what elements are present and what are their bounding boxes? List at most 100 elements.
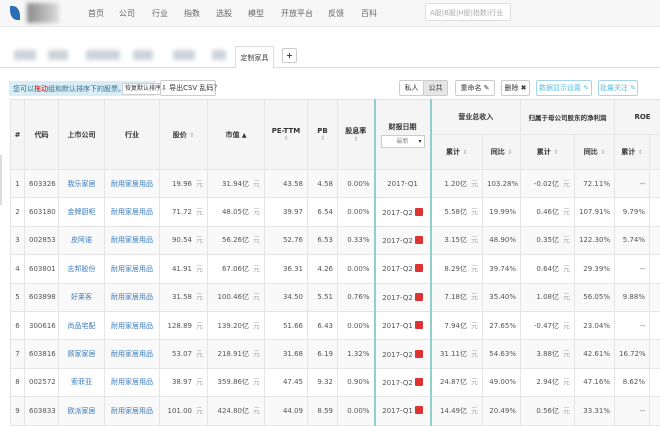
- sort-icon[interactable]: ⇕: [638, 149, 643, 156]
- cap-cell: 56.26亿元: [208, 226, 265, 254]
- pb: 5.51: [308, 283, 338, 311]
- table-row[interactable]: 3002853皮阿诺耐用家居用品90.54元56.26亿元52.766.530.…: [11, 226, 660, 254]
- col-np-yoy[interactable]: 同比 ⇕: [575, 135, 615, 170]
- price-cell: 71.72元: [160, 198, 208, 226]
- pdf-icon[interactable]: [415, 406, 423, 414]
- reset-sort-button[interactable]: 恢复默认排序: [122, 83, 164, 95]
- tab-custom-furniture[interactable]: 定制家具: [235, 46, 274, 69]
- report-period-select[interactable]: 最新▾: [381, 135, 425, 148]
- export-csv-button[interactable]: ⇩ 导出CSV 乱码？: [160, 80, 216, 96]
- add-tab-button[interactable]: +: [282, 48, 297, 63]
- rename-button[interactable]: 重命名 ✎: [455, 80, 495, 96]
- unit-yuan: 元: [253, 265, 260, 273]
- search-input[interactable]: A股|B股|H股|指数|行业: [425, 3, 511, 21]
- stock-code: 603180: [25, 198, 59, 226]
- rev-cum-cell: 7.18亿元: [431, 283, 483, 311]
- industry-link[interactable]: 耐用家居用品: [105, 283, 160, 311]
- nav-screener[interactable]: 选股: [216, 8, 232, 19]
- company-link[interactable]: 我乐家居: [59, 170, 105, 198]
- nav-model[interactable]: 模型: [248, 8, 264, 19]
- company-link[interactable]: 顾家家居: [59, 340, 105, 368]
- nav-home[interactable]: 首页: [88, 8, 104, 19]
- batch-follow-button[interactable]: 批量关注 ✎: [598, 80, 638, 96]
- report-date-cell: 2017-Q2: [375, 368, 431, 396]
- np-cum-cell: -0.47亿元: [521, 311, 575, 339]
- industry-link[interactable]: 耐用家居用品: [105, 226, 160, 254]
- company-link[interactable]: 金牌厨柜: [59, 198, 105, 226]
- industry-link[interactable]: 耐用家居用品: [105, 170, 160, 198]
- company-link[interactable]: 好莱客: [59, 283, 105, 311]
- table-row[interactable]: 5603898好莱客耐用家居用品31.58元100.46亿元34.505.510…: [11, 283, 660, 311]
- public-button[interactable]: 公共: [423, 80, 448, 96]
- stock-code: 002853: [25, 226, 59, 254]
- sort-asc-icon[interactable]: ▲: [242, 132, 247, 139]
- tab-blurred[interactable]: [86, 50, 120, 60]
- nav-feedback[interactable]: 反馈: [328, 8, 344, 19]
- sort-icon[interactable]: ⇕: [462, 149, 467, 156]
- industry-link[interactable]: 耐用家居用品: [105, 255, 160, 283]
- unit-yuan: 元: [196, 265, 203, 273]
- sort-icon[interactable]: ⇕: [265, 135, 307, 142]
- pdf-icon[interactable]: [415, 208, 423, 216]
- unit-yuan: 元: [471, 208, 478, 216]
- col-rev-yoy[interactable]: 同比 ⇕: [483, 135, 521, 170]
- pdf-icon[interactable]: [415, 378, 423, 386]
- unit-yuan: 元: [196, 293, 203, 301]
- hint-text: 您可以: [13, 85, 34, 93]
- sort-icon[interactable]: ⇕: [189, 132, 194, 139]
- market-cap: 139.20亿: [218, 322, 250, 330]
- industry-link[interactable]: 耐用家居用品: [105, 368, 160, 396]
- col-price[interactable]: 股价 ⇕: [160, 100, 208, 170]
- pb: 6.43: [308, 311, 338, 339]
- nav-index[interactable]: 指数: [184, 8, 200, 19]
- col-industry[interactable]: 行业: [105, 100, 160, 170]
- tab-blurred[interactable]: [212, 50, 226, 60]
- col-market-cap[interactable]: 市值 ▲: [208, 100, 265, 170]
- industry-link[interactable]: 耐用家居用品: [105, 311, 160, 339]
- sort-icon[interactable]: ⇕: [308, 135, 337, 142]
- np-cum-cell: 0.35亿元: [521, 226, 575, 254]
- nav-wiki[interactable]: 百科: [361, 8, 377, 19]
- nav-company[interactable]: 公司: [119, 8, 135, 19]
- tab-blurred[interactable]: [14, 50, 36, 60]
- display-settings-button[interactable]: 数据显示设置 ✎: [536, 80, 592, 96]
- col-np-cum[interactable]: 累计 ⇕: [521, 135, 575, 170]
- pdf-icon[interactable]: [415, 293, 423, 301]
- company-link[interactable]: 索菲亚: [59, 368, 105, 396]
- sort-icon[interactable]: ⇕: [553, 149, 558, 156]
- company-link[interactable]: 皮阿诺: [59, 226, 105, 254]
- sort-icon[interactable]: ⇕: [600, 149, 605, 156]
- industry-link[interactable]: 耐用家居用品: [105, 198, 160, 226]
- col-pe-ttm[interactable]: PE-TTM⇕: [265, 100, 308, 170]
- pdf-icon[interactable]: [415, 264, 423, 272]
- logo-icon[interactable]: [10, 6, 20, 20]
- table-row[interactable]: 7603816顾家家居耐用家居用品53.07元218.91亿元31.686.19…: [11, 340, 660, 368]
- tab-blurred[interactable]: [173, 50, 195, 60]
- sort-icon[interactable]: ⇕: [338, 136, 374, 143]
- table-row[interactable]: 4603801志邦股份耐用家居用品41.91元67.06亿元36.314.260…: [11, 255, 660, 283]
- pdf-icon[interactable]: [415, 321, 423, 329]
- table-row[interactable]: 8002572索菲亚耐用家居用品38.97元359.86亿元47.459.320…: [11, 368, 660, 396]
- table-row[interactable]: 6300616尚品宅配耐用家居用品128.89元139.20亿元51.666.4…: [11, 311, 660, 339]
- private-button[interactable]: 私人: [399, 80, 424, 96]
- table-row[interactable]: 1603326我乐家居耐用家居用品19.96元31.94亿元43.584.580…: [11, 170, 660, 198]
- nav-open-platform[interactable]: 开放平台: [281, 8, 313, 19]
- col-roe-cum[interactable]: 累计 ⇕: [615, 135, 650, 170]
- company-link[interactable]: 志邦股份: [59, 255, 105, 283]
- col-company[interactable]: 上市公司: [59, 100, 105, 170]
- col-pb[interactable]: PB⇕: [308, 100, 338, 170]
- delete-button[interactable]: 删除 ✖: [501, 80, 530, 96]
- col-code[interactable]: 代码: [25, 100, 59, 170]
- company-link[interactable]: 尚品宅配: [59, 311, 105, 339]
- tab-blurred[interactable]: [48, 50, 68, 60]
- col-dividend[interactable]: 股息率⇕: [338, 100, 375, 170]
- tab-blurred[interactable]: [133, 50, 153, 60]
- col-roe-yoy[interactable]: [650, 135, 660, 170]
- sort-icon[interactable]: ⇕: [507, 149, 512, 156]
- pdf-icon[interactable]: [415, 236, 423, 244]
- table-row[interactable]: 2603180金牌厨柜耐用家居用品71.72元48.05亿元39.976.540…: [11, 198, 660, 226]
- nav-industry[interactable]: 行业: [152, 8, 168, 19]
- industry-link[interactable]: 耐用家居用品: [105, 340, 160, 368]
- pdf-icon[interactable]: [415, 350, 423, 358]
- col-rev-cum[interactable]: 累计 ⇕: [431, 135, 483, 170]
